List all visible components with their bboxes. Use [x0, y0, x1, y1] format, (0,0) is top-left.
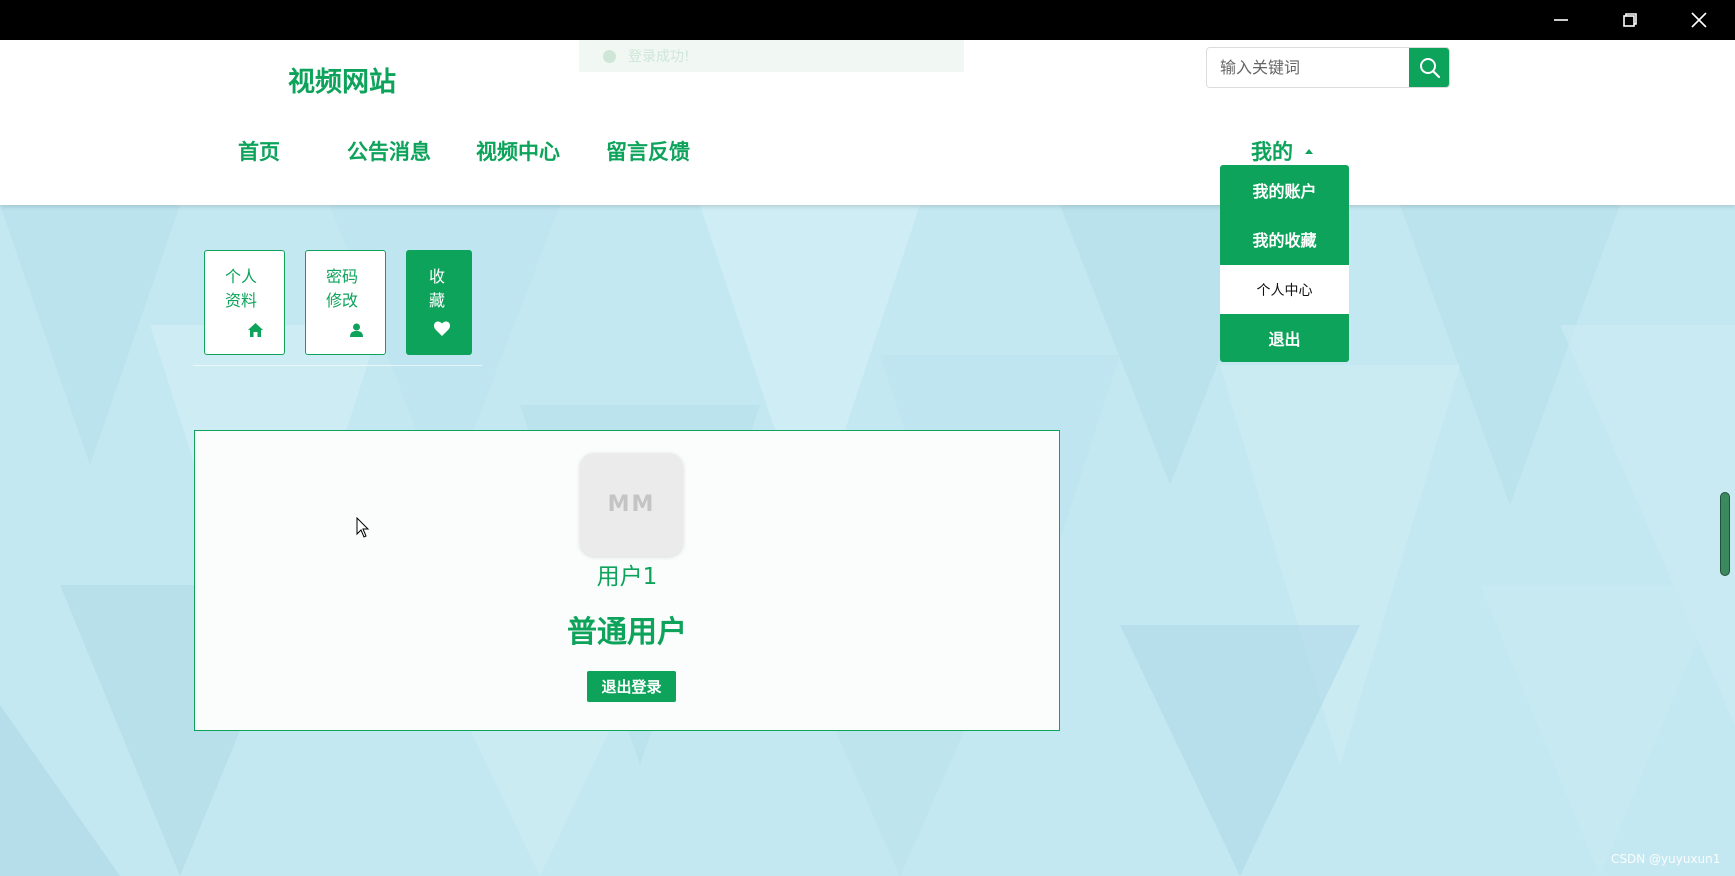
tab-personal-info[interactable]: 个人 资料	[204, 250, 285, 355]
tab-change-password[interactable]: 密码 修改	[305, 250, 386, 355]
heart-icon	[434, 321, 450, 336]
logout-button[interactable]: 退出登录	[587, 671, 676, 702]
site-header: 视频网站 登录成功! 首页 公告消息 视频中心 留言反馈 我的	[0, 40, 1735, 205]
close-icon	[1691, 12, 1707, 28]
check-circle-icon	[603, 49, 616, 63]
search-icon	[1419, 57, 1440, 78]
mine-dropdown-menu: 我的账户 我的收藏 个人中心 退出	[1220, 165, 1349, 362]
menu-item-my-account[interactable]: 我的账户	[1220, 165, 1349, 214]
nav-item-video-center[interactable]: 视频中心	[476, 136, 560, 166]
search-button[interactable]	[1409, 48, 1449, 87]
nav-item-mine[interactable]: 我的	[1251, 136, 1313, 166]
user-icon	[350, 323, 363, 337]
nav-item-home[interactable]: 首页	[238, 136, 280, 166]
avatar: MM	[580, 453, 683, 556]
restore-icon	[1623, 13, 1637, 27]
user-role: 普通用户	[567, 615, 687, 650]
username: 用户1	[596, 564, 658, 590]
tab-label-line1: 个人	[225, 267, 258, 286]
menu-item-my-favorites[interactable]: 我的收藏	[1220, 214, 1349, 263]
tab-label-line2: 藏	[429, 291, 446, 310]
watermark: CSDN @yuyuxun1	[1611, 852, 1721, 866]
login-success-toast: 登录成功!	[579, 40, 964, 72]
page-scrollbar-thumb[interactable]	[1720, 492, 1730, 576]
menu-item-personal-center[interactable]: 个人中心	[1220, 265, 1349, 314]
close-button[interactable]	[1665, 0, 1733, 40]
minimize-icon	[1554, 19, 1568, 21]
home-icon	[248, 323, 263, 337]
tab-favorites[interactable]: 收 藏	[406, 250, 472, 355]
site-logo[interactable]: 视频网站	[288, 60, 396, 99]
menu-item-logout[interactable]: 退出	[1220, 313, 1349, 362]
minimize-button[interactable]	[1527, 0, 1595, 40]
tabs-divider	[193, 365, 482, 366]
tab-label-line1: 收	[429, 267, 446, 286]
toast-message: 登录成功!	[628, 49, 690, 65]
profile-card: MM 用户1 普通用户 退出登录	[194, 430, 1060, 731]
tab-label-line2: 修改	[326, 291, 359, 310]
nav-mine-label: 我的	[1251, 140, 1293, 164]
tab-label-line1: 密码	[326, 267, 359, 286]
tab-label-line2: 资料	[225, 291, 258, 310]
caret-up-icon	[1305, 148, 1313, 154]
mouse-cursor-icon	[356, 517, 370, 538]
nav-item-feedback[interactable]: 留言反馈	[606, 136, 690, 166]
nav-item-notice[interactable]: 公告消息	[347, 136, 431, 166]
restore-button[interactable]	[1596, 0, 1664, 40]
window-titlebar	[0, 0, 1735, 40]
search-box	[1206, 47, 1450, 88]
search-input[interactable]	[1207, 48, 1409, 87]
